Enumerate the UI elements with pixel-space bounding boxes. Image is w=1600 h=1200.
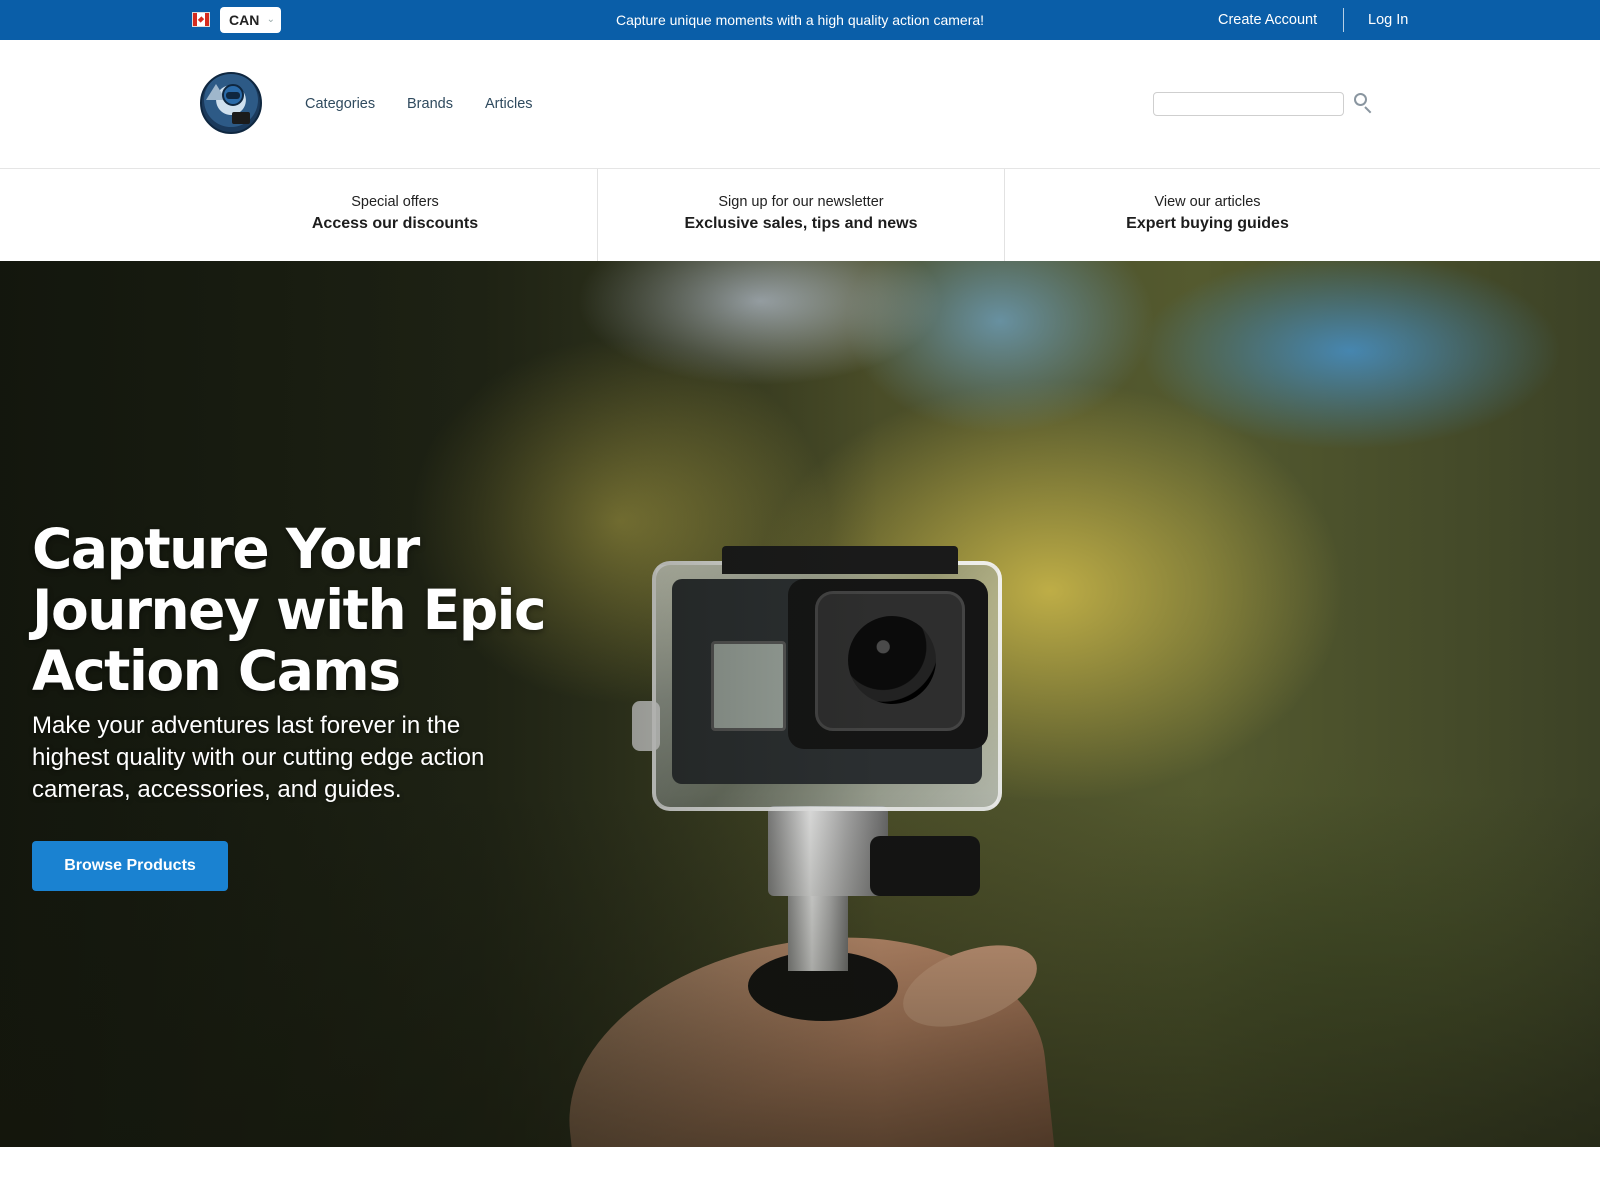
login-link[interactable]: Log In (1368, 0, 1408, 40)
strip-articles[interactable]: View our articles Expert buying guides (1005, 169, 1410, 261)
hero-subtitle: Make your adventures last forever in the… (32, 712, 485, 803)
strip-newsletter[interactable]: Sign up for our newsletter Exclusive sal… (598, 169, 1004, 261)
strip-big-label: Access our discounts (311, 215, 479, 232)
promo-text: Capture unique moments with a high quali… (615, 12, 985, 28)
strip-small-label: Sign up for our newsletter (718, 194, 884, 210)
strip-big-label: Exclusive sales, tips and news (684, 215, 918, 232)
nav-articles[interactable]: Articles (485, 40, 533, 169)
hero-banner: Capture Your Journey with Epic Action Ca… (0, 261, 1600, 1147)
top-bar: CAN ⌄ Capture unique moments with a high… (0, 0, 1600, 40)
site-header: Categories Brands Articles (0, 40, 1600, 169)
site-logo[interactable] (200, 72, 262, 134)
nav-categories[interactable]: Categories (305, 40, 375, 169)
strip-big-label: Expert buying guides (1126, 215, 1289, 232)
hero-title: Capture Your Journey with Epic Action Ca… (32, 517, 547, 703)
search-icon[interactable] (1353, 92, 1375, 114)
topbar-divider (1343, 8, 1344, 32)
promo-strip: Special offers Access our discounts Sign… (0, 169, 1600, 261)
search-input[interactable] (1153, 92, 1344, 116)
strip-small-label: Special offers (351, 194, 439, 210)
create-account-link[interactable]: Create Account (1218, 0, 1317, 40)
browse-products-button[interactable]: Browse Products (32, 841, 228, 891)
strip-special-offers[interactable]: Special offers Access our discounts (195, 169, 595, 261)
strip-small-label: View our articles (1154, 194, 1261, 210)
nav-brands[interactable]: Brands (407, 40, 453, 169)
